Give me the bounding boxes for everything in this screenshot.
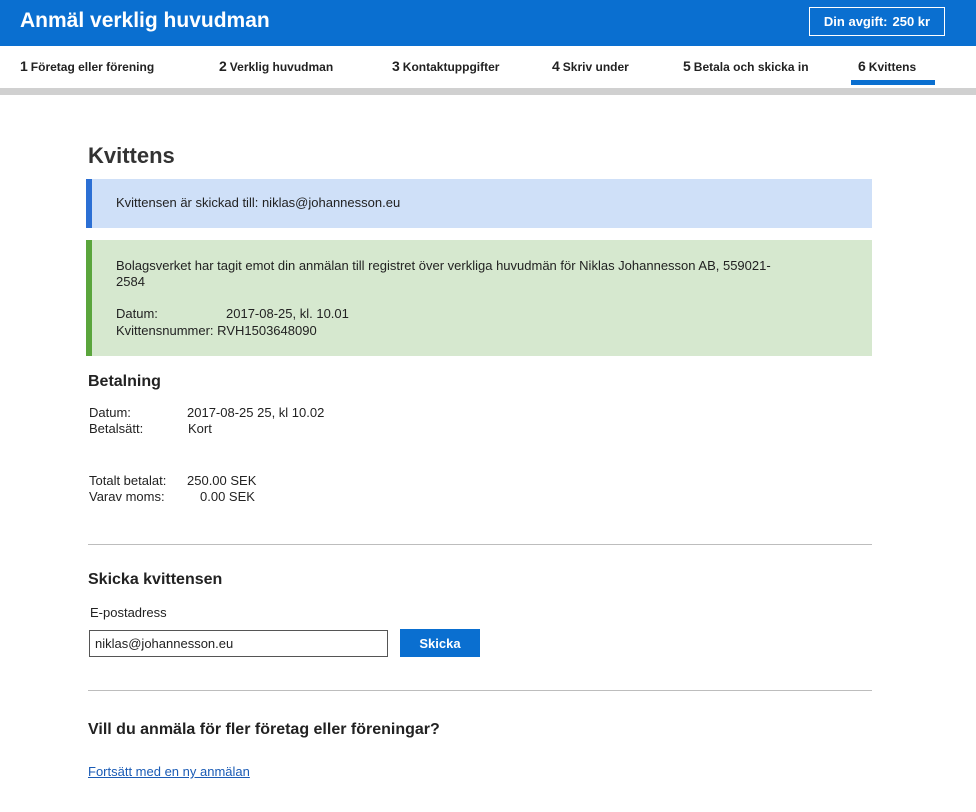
step-label: Kvittens bbox=[868, 60, 917, 74]
step-2[interactable]: 2 Verklig huvudman bbox=[219, 58, 333, 74]
step-label: Verklig huvudman bbox=[229, 60, 334, 74]
step-label: Kontaktuppgifter bbox=[402, 60, 500, 74]
step-label: Betala och skicka in bbox=[693, 60, 809, 74]
app-header: Anmäl verklig huvudman Din avgift: 250 k… bbox=[0, 0, 976, 46]
receipt-number-row: Kvittensnummer: RVH1503648090 bbox=[116, 323, 317, 338]
step-label: Företag eller förening bbox=[30, 60, 155, 74]
receipt-date-value: 2017-08-25, kl. 10.01 bbox=[226, 306, 349, 321]
new-registration-link[interactable]: Fortsätt med en ny anmälan bbox=[88, 764, 250, 779]
step-number: 4 bbox=[552, 58, 560, 74]
step-3[interactable]: 3 Kontaktuppgifter bbox=[392, 58, 499, 74]
step-number: 6 bbox=[858, 58, 866, 74]
fee-label: Din avgift: bbox=[823, 14, 888, 29]
step-number: 2 bbox=[219, 58, 227, 74]
more-question: Vill du anmäla för fler företag eller fö… bbox=[88, 721, 440, 738]
payment-method-label: Betalsätt: bbox=[89, 421, 144, 436]
fee-badge: Din avgift: 250 kr bbox=[809, 7, 945, 36]
payment-date-value: 2017-08-25 25, kl 10.02 bbox=[187, 405, 325, 420]
send-button[interactable]: Skicka bbox=[400, 629, 480, 657]
step-5[interactable]: 5 Betala och skicka in bbox=[683, 58, 809, 74]
step-4[interactable]: 4 Skriv under bbox=[552, 58, 629, 74]
payment-method-value: Kort bbox=[188, 421, 212, 436]
step-navigation: 1 Företag eller förening 2 Verklig huvudma… bbox=[0, 46, 976, 88]
receipt-number-label: Kvittensnummer: bbox=[116, 323, 214, 338]
email-field[interactable] bbox=[89, 630, 388, 657]
app-title: Anmäl verklig huvudman bbox=[20, 9, 270, 32]
send-receipt-heading: Skicka kvittensen bbox=[88, 571, 223, 588]
steps-divider bbox=[0, 88, 976, 95]
payment-vat-label: Varav moms: bbox=[89, 489, 165, 504]
payment-date-label: Datum: bbox=[89, 405, 131, 420]
page-title: Kvittens bbox=[88, 143, 175, 168]
step-6-active[interactable]: 6 Kvittens bbox=[858, 58, 916, 74]
section-divider bbox=[88, 544, 872, 545]
payment-total-value: 250.00 SEK bbox=[187, 473, 257, 488]
step-label: Skriv under bbox=[562, 60, 629, 74]
info-alert: Kvittensen är skickad till: niklas@johan… bbox=[86, 179, 872, 228]
step-number: 5 bbox=[683, 58, 691, 74]
fee-value: 250 kr bbox=[892, 14, 931, 29]
step-number: 3 bbox=[392, 58, 400, 74]
step-1[interactable]: 1 Företag eller förening bbox=[20, 58, 154, 74]
receipt-date-label: Datum: bbox=[116, 306, 158, 321]
step-number: 1 bbox=[20, 58, 28, 74]
success-message: Bolagsverket har tagit emot din anmälan … bbox=[116, 258, 771, 289]
section-divider bbox=[88, 690, 872, 691]
payment-total-label: Totalt betalat: bbox=[89, 473, 167, 488]
receipt-number-value: RVH1503648090 bbox=[217, 323, 317, 338]
success-alert: Bolagsverket har tagit emot din anmälan … bbox=[86, 240, 872, 356]
payment-heading: Betalning bbox=[88, 373, 161, 390]
active-step-indicator bbox=[851, 80, 935, 85]
info-alert-text: Kvittensen är skickad till: niklas@johan… bbox=[116, 195, 401, 210]
email-field-label: E-postadress bbox=[90, 605, 167, 620]
payment-vat-value: 0.00 SEK bbox=[200, 489, 255, 504]
